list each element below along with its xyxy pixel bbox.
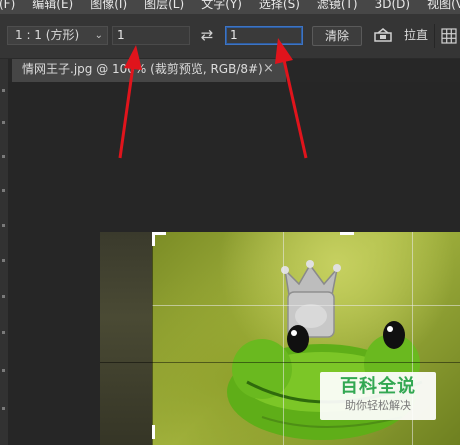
grid-overlay-icon[interactable] xyxy=(441,28,457,44)
clear-button[interactable]: 清除 xyxy=(312,26,362,46)
crop-grid-line xyxy=(100,362,460,363)
ruler-tick xyxy=(2,369,5,372)
document-tab[interactable]: 情网王子.jpg @ 100% (裁剪预览, RGB/8#) × xyxy=(12,59,286,82)
ratio-height-input[interactable]: 1 xyxy=(225,26,303,45)
menu-3d[interactable]: 3D(D) xyxy=(375,0,410,11)
menu-file[interactable]: (F) xyxy=(0,0,15,11)
crop-shield-area xyxy=(100,232,152,445)
crop-grid-line xyxy=(283,232,284,445)
menu-select[interactable]: 选择(S) xyxy=(259,0,300,11)
menu-type[interactable]: 文字(Y) xyxy=(201,0,242,11)
menu-layer[interactable]: 图层(L) xyxy=(144,0,184,11)
close-tab-icon[interactable]: × xyxy=(263,59,274,79)
crop-edge-handle[interactable] xyxy=(340,232,354,235)
menu-image[interactable]: 图像(I) xyxy=(90,0,127,11)
crop-edge-handle[interactable] xyxy=(152,425,155,439)
watermark-title: 百科全说 xyxy=(340,376,416,397)
ratio-width-input[interactable]: 1 xyxy=(112,26,190,45)
chevron-down-icon: ⌄ xyxy=(94,30,103,41)
crop-boundary-line xyxy=(152,232,153,445)
document-tab-bar: 情网王子.jpg @ 100% (裁剪预览, RGB/8#) × xyxy=(8,59,460,82)
crop-options-bar: 1 : 1 (方形) ⌄ 1 ⇄ 1 清除 拉直 xyxy=(0,14,460,59)
ruler-tick xyxy=(2,295,5,298)
left-toolbar-edge xyxy=(0,59,8,445)
watermark-subtitle: 助你轻松解决 xyxy=(345,399,411,412)
ruler-tick xyxy=(2,121,5,124)
menu-edit[interactable]: 编辑(E) xyxy=(32,0,73,11)
menu-bar: (F) 编辑(E) 图像(I) 图层(L) 文字(Y) 选择(S) 滤镜(T) 3D(D) 视图… xyxy=(0,0,460,14)
ruler-tick xyxy=(2,259,5,262)
ruler-tick xyxy=(2,331,5,334)
ruler-tick xyxy=(2,189,5,192)
crop-corner-handle[interactable] xyxy=(152,232,155,246)
crop-grid-line xyxy=(152,305,460,306)
document-tab-title: 情网王子.jpg @ 100% (裁剪预览, RGB/8#) xyxy=(22,62,263,76)
options-divider xyxy=(434,24,435,48)
ruler-tick xyxy=(2,407,5,410)
straighten-icon[interactable] xyxy=(374,28,392,42)
ruler-tick xyxy=(2,89,5,92)
swap-arrows-icon[interactable]: ⇄ xyxy=(197,26,217,45)
site-watermark: 百科全说 助你轻松解决 xyxy=(320,372,436,420)
ruler-tick xyxy=(2,224,5,227)
straighten-label[interactable]: 拉直 xyxy=(404,27,428,44)
ruler-tick xyxy=(2,155,5,158)
aspect-ratio-value: 1 : 1 (方形) xyxy=(15,28,80,42)
menu-filter[interactable]: 滤镜(T) xyxy=(317,0,358,11)
menu-view[interactable]: 视图(V) xyxy=(427,0,460,11)
aspect-ratio-select[interactable]: 1 : 1 (方形) ⌄ xyxy=(7,26,108,45)
